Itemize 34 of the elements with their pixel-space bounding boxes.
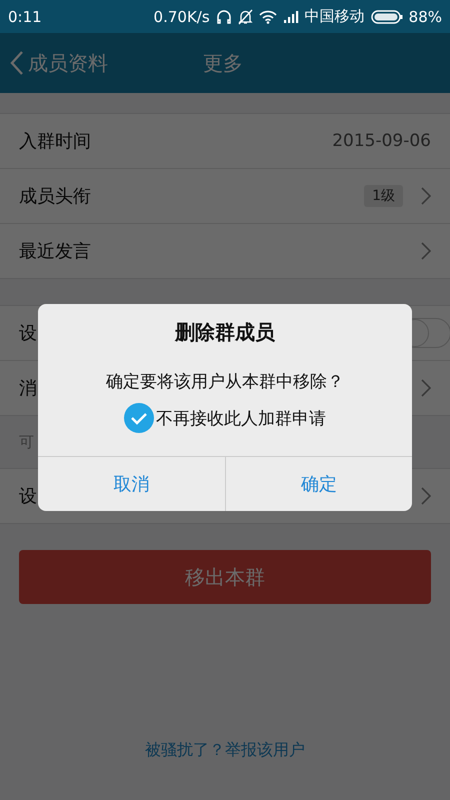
wifi-icon [258, 10, 277, 24]
headphones-icon [216, 8, 232, 24]
bell-off-icon [238, 8, 253, 24]
chevron-left-icon [10, 50, 24, 76]
row-value: 2015-09-06 [332, 131, 431, 151]
signal-icon [282, 10, 299, 24]
carrier-name: 中国移动 [304, 7, 365, 26]
chevron-right-icon [421, 187, 431, 205]
checkbox[interactable]: 不再接收此人加群申请 [124, 403, 326, 433]
row-label: 入群时间 [19, 130, 91, 153]
list-row[interactable]: 最近发言 [0, 224, 450, 279]
chevron-right-icon [421, 379, 431, 397]
row-label: 成员头衔 [19, 185, 91, 208]
chevron-right-icon [421, 242, 431, 260]
list-row[interactable]: 入群时间 2015-09-06 [0, 114, 450, 169]
row-label: 消 [19, 377, 37, 400]
list-row[interactable]: 成员头衔 1级 [0, 169, 450, 224]
battery-icon [370, 10, 403, 24]
status-time: 0:11 [8, 8, 42, 26]
nav-title: 更多 [203, 50, 243, 76]
network-speed: 0.70K/s [154, 8, 210, 26]
dialog-button[interactable]: 取消 [38, 457, 224, 511]
remove-button[interactable]: 移出本群 [19, 550, 431, 604]
back-button[interactable]: 成员资料 [0, 50, 118, 76]
report-link[interactable]: 被骚扰了？举报该用户 [139, 739, 311, 762]
row-label: 设 [19, 322, 37, 345]
chevron-right-icon [421, 487, 431, 505]
row-label: 设 [19, 485, 37, 508]
level-badge: 1级 [364, 185, 403, 207]
dialog-button[interactable]: 确定 [224, 457, 412, 511]
battery-percent: 88% [408, 8, 442, 26]
dialog-title: 删除群成员 [175, 319, 275, 346]
row-label: 最近发言 [19, 240, 91, 263]
dialog-message: 确定要将该用户从本群中移除？ [106, 371, 344, 393]
